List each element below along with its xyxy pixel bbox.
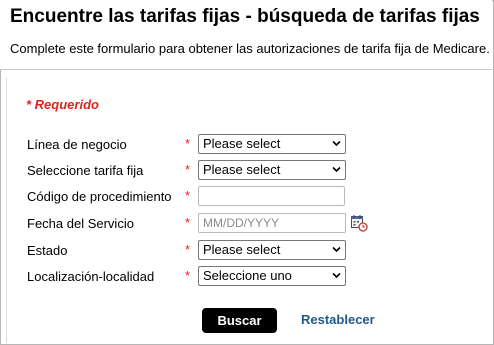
required-marker: * <box>185 136 191 151</box>
calendar-clock-icon[interactable] <box>350 214 368 232</box>
required-marker: * <box>185 188 191 203</box>
required-marker: * <box>185 268 191 283</box>
reset-link[interactable]: Restablecer <box>301 312 375 327</box>
row-state: Estado * Please select <box>0 240 494 262</box>
line-of-business-label: Línea de negocio <box>27 137 127 152</box>
state-value: Please select <box>203 242 281 257</box>
required-note: * Requerido <box>26 97 99 112</box>
chevron-down-icon <box>332 140 341 147</box>
chevron-down-icon <box>332 272 341 279</box>
row-line-of-business: Línea de negocio * Please select <box>0 134 494 156</box>
row-fee-schedule: Seleccione tarifa fija * Please select <box>0 160 494 182</box>
fee-schedule-select[interactable]: Please select <box>198 160 346 180</box>
locality-label: Localización-localidad <box>27 269 155 284</box>
line-of-business-select[interactable]: Please select <box>198 134 346 154</box>
procedure-code-label: Código de procedimiento <box>27 189 172 204</box>
state-label: Estado <box>27 243 68 258</box>
page-title: Encuentre las tarifas fijas - búsqueda d… <box>10 6 480 27</box>
required-marker: * <box>185 215 191 230</box>
row-service-date: Fecha del Servicio * <box>0 213 494 235</box>
page-header: Encuentre las tarifas fijas - búsqueda d… <box>0 0 492 69</box>
row-locality: Localización-localidad * Seleccione uno <box>0 266 494 288</box>
procedure-code-input[interactable] <box>198 186 345 206</box>
form-body <box>6 78 493 343</box>
fee-schedule-value: Please select <box>203 162 281 177</box>
locality-select[interactable]: Seleccione uno <box>198 266 346 286</box>
locality-value: Seleccione uno <box>203 268 292 283</box>
required-marker: * <box>185 162 191 177</box>
chevron-down-icon <box>332 166 341 173</box>
service-date-input[interactable] <box>198 213 346 233</box>
header-divider <box>0 69 492 70</box>
row-procedure-code: Código de procedimiento * <box>0 186 494 208</box>
search-button[interactable]: Buscar <box>202 308 277 333</box>
page-subtitle: Complete este formulario para obtener la… <box>10 41 490 56</box>
fee-schedule-label: Seleccione tarifa fija <box>27 163 144 178</box>
required-marker: * <box>185 242 191 257</box>
service-date-label: Fecha del Servicio <box>27 216 134 231</box>
chevron-down-icon <box>332 246 341 253</box>
state-select[interactable]: Please select <box>198 240 346 260</box>
line-of-business-value: Please select <box>203 136 281 151</box>
